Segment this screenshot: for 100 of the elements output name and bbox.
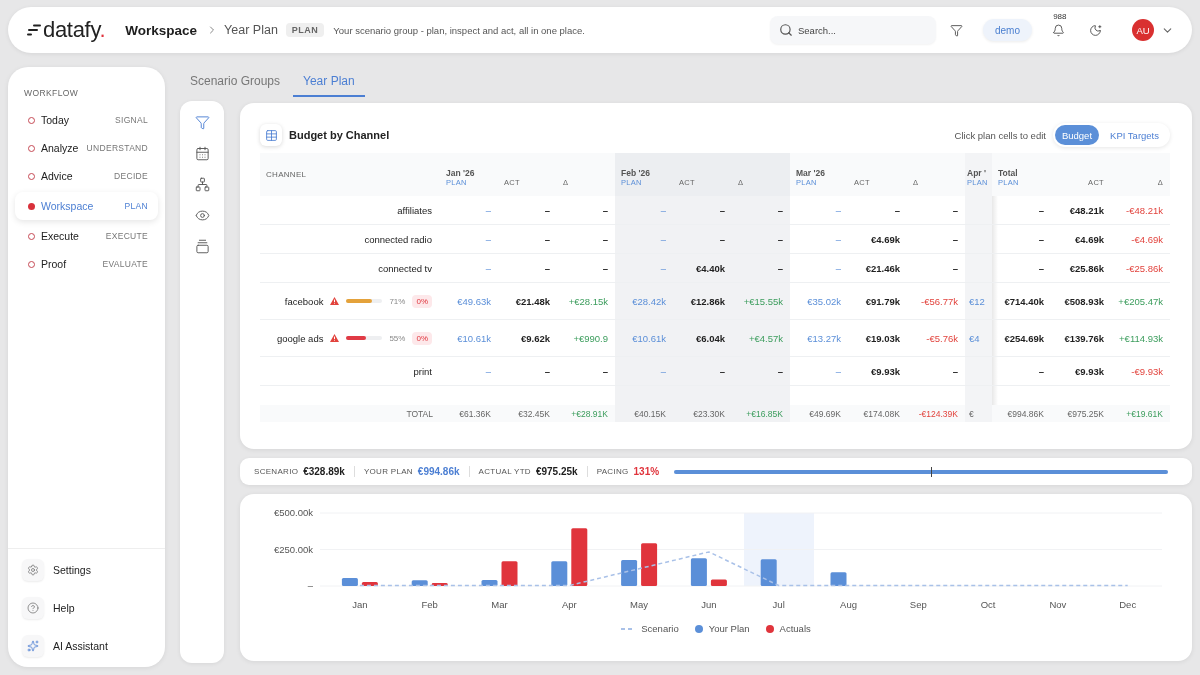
table-cell[interactable]: – <box>790 196 848 224</box>
table-cell-text: +€114.93k <box>1118 331 1164 346</box>
total-cell: €975.25K <box>1051 405 1111 422</box>
tab[interactable]: Year Plan <box>293 67 365 97</box>
table-cell-text: +€28.15k <box>567 294 609 309</box>
notification-count: 988 <box>1053 11 1067 21</box>
table-cell-text: -€56.77k <box>920 294 959 309</box>
filter-icon[interactable] <box>950 23 963 37</box>
section-label: WORKFLOW <box>23 88 80 100</box>
table-cell-text: €4.69k <box>869 232 901 247</box>
table-cell-text: -€9.93k <box>1130 364 1164 379</box>
nav-item[interactable]: Workspace PLAN <box>15 192 158 220</box>
calendar-icon[interactable] <box>194 145 210 161</box>
table-cell-text: – <box>776 364 784 379</box>
table-cell[interactable]: €13.27k <box>790 320 848 356</box>
table-cell-text: -€4.69k <box>1130 232 1164 247</box>
table-cell[interactable]: €35.02k <box>790 283 848 319</box>
logo-icon <box>27 24 41 36</box>
gear-icon <box>22 559 44 581</box>
sidebar-link[interactable]: AI Assistant <box>22 635 151 657</box>
nav-item[interactable]: Analyze UNDERSTAND <box>15 134 158 162</box>
table-cell-text: €48.21k <box>1068 203 1105 218</box>
sidebar-link[interactable]: Settings <box>22 559 151 581</box>
table-cell-text: +€4.57k <box>747 331 784 346</box>
channel-name: affiliates <box>397 204 432 216</box>
hierarchy-icon[interactable] <box>194 176 210 192</box>
nav-tag: DECIDE <box>114 171 148 181</box>
eye-icon[interactable] <box>194 207 210 223</box>
table-cell-text: +€990.9 <box>572 331 609 346</box>
table-cell-text: €4 <box>968 331 981 346</box>
table-cell-text: €254.69k <box>1003 331 1045 346</box>
table-cell-text: €139.76k <box>1063 331 1105 346</box>
total-cell: +€19.61K <box>1111 405 1170 422</box>
stat-value: €328.89k <box>303 466 345 477</box>
table-cell[interactable]: – <box>615 196 673 224</box>
table-cell-text: -€5.76k <box>925 331 959 346</box>
total-cell-text: +€16.85K <box>745 407 784 421</box>
table-cell[interactable]: – <box>440 357 498 385</box>
table-cell-text: – <box>951 203 959 218</box>
nav-item[interactable]: Execute EXECUTE <box>15 222 158 250</box>
nav-item[interactable]: Today SIGNAL <box>15 106 158 134</box>
table-cell-text: €9.62k <box>519 331 551 346</box>
table-cell-text: €6.04k <box>694 331 726 346</box>
moon-icon[interactable] <box>1089 23 1102 37</box>
total-cell: €994.86K <box>992 405 1051 422</box>
bell-icon[interactable] <box>1052 23 1065 37</box>
channel-name: google ads <box>276 332 324 344</box>
total-cell-text: €23.30K <box>692 407 726 421</box>
table-cell-text: €25.86k <box>1068 261 1105 276</box>
table-cell[interactable]: – <box>790 254 848 282</box>
breadcrumb-link[interactable]: Workspace <box>125 22 198 38</box>
nav-item[interactable]: Advice DECIDE <box>15 162 158 190</box>
breadcrumb-link[interactable]: Year Plan <box>224 23 278 37</box>
channel-name: facebook <box>284 295 324 307</box>
dot-icon <box>28 202 35 210</box>
table-cell[interactable]: – <box>440 225 498 253</box>
channel-name: connected radio <box>364 233 432 245</box>
table-cell-text: €9.93k <box>1073 364 1105 379</box>
stacked-cards-icon[interactable] <box>194 238 210 254</box>
progress-reading: 71% <box>389 296 406 306</box>
mode-button[interactable]: Budget <box>1054 125 1100 145</box>
table-cell[interactable]: – <box>790 357 848 385</box>
table-cell[interactable]: €10.61k <box>615 320 673 356</box>
table-cell-text: – <box>601 364 609 379</box>
stat-label: SCENARIO <box>254 467 299 476</box>
table-cell-text: – <box>1037 232 1045 247</box>
table-cell-text: – <box>543 364 551 379</box>
column-header: Total <box>998 168 1018 178</box>
stat-label: PACING <box>596 467 629 476</box>
table-cell[interactable]: €49.63k <box>440 283 498 319</box>
sidebar-link[interactable]: Help <box>22 597 151 619</box>
nav-tag: SIGNAL <box>115 115 148 125</box>
search-field[interactable]: Search... <box>770 16 936 44</box>
progress-reading: 55% <box>389 333 406 343</box>
table-cell[interactable]: €10.61k <box>440 320 498 356</box>
table-cell-text: – <box>718 203 726 218</box>
nav-item[interactable]: Proof EVALUATE <box>15 250 158 278</box>
nav-tag: UNDERSTAND <box>86 143 148 153</box>
table-cell[interactable]: – <box>615 225 673 253</box>
table-cell[interactable]: €28.42k <box>615 283 673 319</box>
table-cell[interactable]: – <box>615 357 673 385</box>
table-cell[interactable]: – <box>615 254 673 282</box>
total-cell: €61.36K <box>440 405 498 422</box>
column-header: Jan '26 <box>446 168 476 178</box>
avatar[interactable]: AU <box>1132 19 1154 41</box>
table-cell-text: – <box>718 232 726 247</box>
logo-text: datafy. <box>43 19 106 41</box>
table-cell-text: €508.93k <box>1063 294 1105 309</box>
table-cell[interactable]: – <box>790 225 848 253</box>
table-cell-text: – <box>543 261 551 276</box>
mode-button[interactable]: KPI Targets <box>1103 125 1166 145</box>
table-cell[interactable]: – <box>440 254 498 282</box>
table-cell-text: €21.48k <box>514 294 551 309</box>
tab[interactable]: Scenario Groups <box>180 67 291 97</box>
table-cell-text: – <box>601 261 609 276</box>
filter-icon[interactable] <box>194 114 210 130</box>
table-cell[interactable]: – <box>440 196 498 224</box>
table-cell-text: €9.93k <box>869 364 901 379</box>
environment-pill[interactable]: demo <box>983 19 1032 41</box>
stat-value: 131% <box>633 466 660 477</box>
